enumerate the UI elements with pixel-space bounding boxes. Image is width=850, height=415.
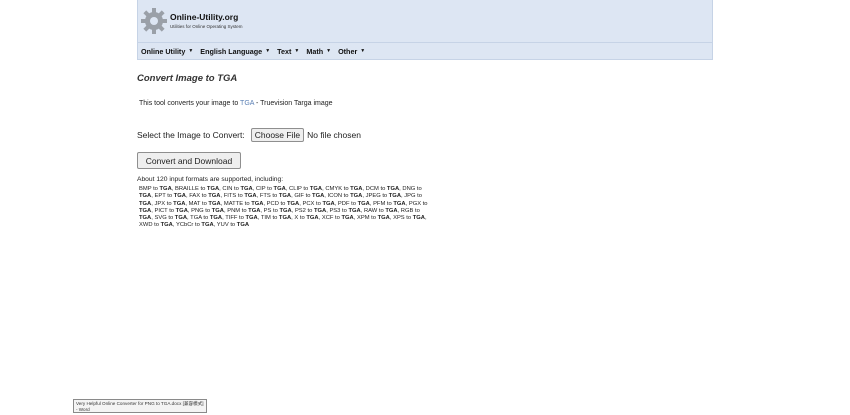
main-nav: Online Utility ▼ English Language ▼ Text ▼ … — [137, 43, 713, 60]
format-item: DCM to TGA — [365, 186, 400, 192]
nav-label: English Language — [200, 46, 263, 56]
format-item: FTS to TGA — [259, 193, 292, 200]
site-tagline: Utilities for Online Operating System — [170, 24, 243, 29]
format-item: XPS to TGA — [393, 215, 425, 222]
intro-suffix: - Truevision Targa image — [256, 100, 333, 107]
nav-label: Math — [306, 46, 324, 56]
format-item: XCF to TGA — [321, 215, 354, 222]
format-item: TIFF to TGA — [225, 215, 258, 222]
format-item: YUV to TGA — [216, 222, 250, 229]
format-item: RAW to TGA — [363, 207, 398, 214]
format-item: TGA to TGA — [190, 215, 223, 222]
file-status: No file chosen — [307, 130, 361, 140]
convert-download-button[interactable]: Convert and Download — [137, 152, 241, 169]
gear-logo-icon[interactable] — [141, 8, 167, 34]
formats-list: BMP to TGA, BRAILLE to TGA, CIN to TGA, … — [139, 186, 428, 229]
caret-down-icon: ▼ — [265, 48, 271, 54]
site-header: Online-Utility.org Utilities for Online … — [137, 0, 713, 43]
nav-label: Text — [277, 46, 292, 56]
format-item: CIN to TGA — [222, 186, 253, 192]
nav-other[interactable]: Other ▼ — [338, 47, 365, 56]
caret-down-icon: ▼ — [360, 48, 366, 54]
format-item: GIF to TGA — [294, 193, 325, 200]
format-item: CLIP to TGA — [289, 186, 323, 192]
format-item: MATTE to TGA — [223, 200, 264, 207]
nav-online-utility[interactable]: Online Utility ▼ — [141, 47, 193, 56]
nav-english-language[interactable]: English Language ▼ — [200, 47, 270, 56]
format-item: BMP to TGA — [139, 186, 172, 192]
format-item: PS3 to TGA — [329, 207, 361, 214]
format-item: PCX to TGA — [302, 200, 335, 207]
format-item: PCD to TGA — [266, 200, 300, 207]
tga-link[interactable]: TGA — [240, 100, 254, 107]
format-item: PS2 to TGA — [294, 207, 327, 214]
format-item: XWD to TGA — [139, 222, 173, 229]
file-select-row: Select the Image to Convert: Choose File… — [137, 128, 361, 142]
format-item: MAT to TGA — [188, 200, 221, 207]
format-item: PNG to TGA — [191, 207, 224, 214]
format-item: PFM to TGA — [373, 200, 406, 207]
nav-text[interactable]: Text ▼ — [277, 47, 299, 56]
format-item: BRAILLE to TGA — [175, 186, 220, 192]
choose-file-button[interactable]: Choose File — [250, 128, 305, 142]
format-item: PS to TGA — [263, 207, 292, 214]
format-item: FAX to TGA — [189, 193, 221, 200]
format-item: CIP to TGA — [255, 186, 286, 192]
intro-text: This tool converts your image to TGA - T… — [139, 100, 333, 107]
format-item: YCbCr to TGA — [175, 222, 214, 229]
caret-down-icon: ▼ — [188, 48, 194, 54]
caret-down-icon: ▼ — [326, 48, 332, 54]
nav-math[interactable]: Math ▼ — [306, 47, 331, 56]
intro-prefix: This tool converts your image to — [139, 100, 239, 107]
format-item: CMYK to TGA — [325, 186, 363, 192]
nav-label: Other — [338, 46, 358, 56]
format-item: JPEG to TGA — [365, 193, 402, 200]
caret-down-icon: ▼ — [294, 48, 300, 54]
formats-heading: About 120 input formats are supported, i… — [137, 176, 284, 183]
format-item: PDF to TGA — [337, 200, 370, 207]
taskbar-tooltip: Very Helpful Online Converter for PNG to… — [73, 399, 207, 413]
nav-label: Online Utility — [141, 46, 186, 56]
format-item: SVG to TGA — [154, 215, 188, 222]
format-item: PNM to TGA — [227, 207, 261, 214]
format-item: ICON to TGA — [327, 193, 363, 200]
format-item: PICT to TGA — [154, 207, 188, 214]
format-item: X to TGA — [294, 215, 319, 222]
page-title: Convert Image to TGA — [137, 73, 238, 84]
format-item: FITS to TGA — [223, 193, 257, 200]
format-item: JPX to TGA — [154, 200, 186, 207]
site-brand[interactable]: Online-Utility.org — [170, 12, 238, 22]
page-container: Online-Utility.org Utilities for Online … — [137, 0, 713, 228]
format-item: TIM to TGA — [260, 215, 292, 222]
format-item: XPM to TGA — [356, 215, 390, 222]
format-item: EPT to TGA — [154, 193, 186, 200]
select-label: Select the Image to Convert: — [137, 130, 245, 140]
